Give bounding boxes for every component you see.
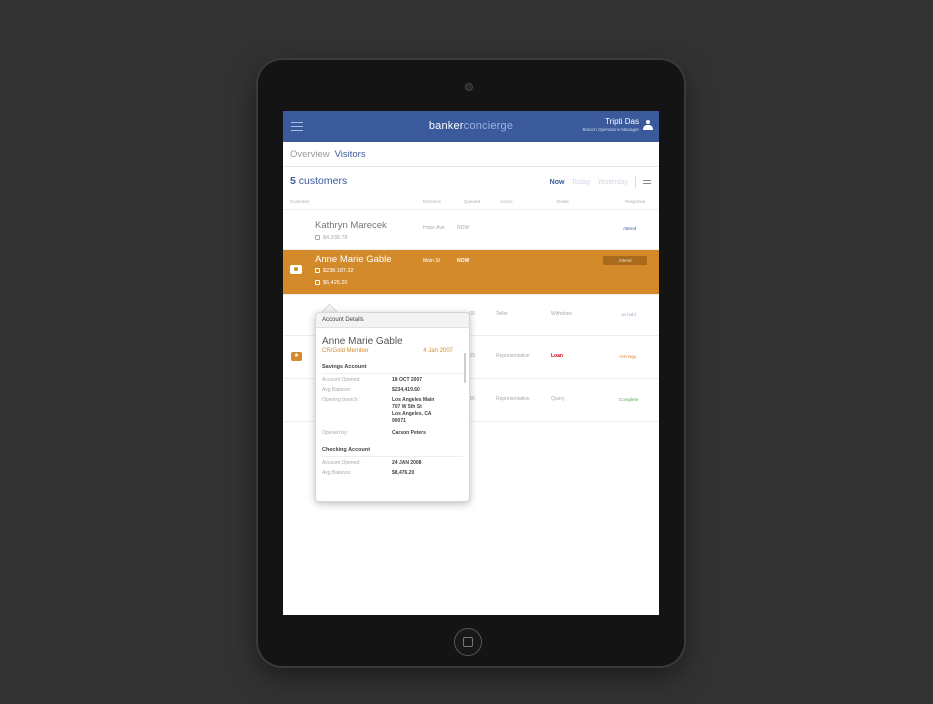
user-info[interactable]: Tripti Das Branch Operations Manager: [582, 117, 639, 132]
col-queued: Queued: [464, 199, 481, 204]
user-avatar-icon[interactable]: [643, 120, 653, 131]
entrance: Hope Ave.: [423, 225, 446, 231]
attend-link[interactable]: Attend: [623, 226, 636, 231]
tab-visitors[interactable]: Visitors: [335, 149, 366, 160]
assigned-rep[interactable]: Anh Ngy: [619, 354, 636, 359]
savings-balance: Avg Balance: $234,419.60: [322, 387, 463, 394]
customer-count: 5 customers: [290, 175, 347, 187]
col-customer: Customer: [290, 199, 310, 204]
filter-divider: [635, 176, 636, 188]
account-icon: [315, 268, 320, 273]
customer-name: Anne Marie Gable: [315, 254, 392, 265]
top-bar: bankerconcierge Tripti Das Branch Operat…: [283, 111, 659, 142]
detail: Loan: [551, 353, 563, 359]
account-details-popover[interactable]: Account Details Anne Marie Gable CR/Gold…: [315, 312, 470, 502]
label: Opening branch:: [322, 397, 359, 403]
member-level: CR/Gold Member 4 Jan 2007: [322, 348, 463, 354]
app-screen: bankerconcierge Tripti Das Branch Operat…: [283, 111, 659, 615]
savings-section-title: Savings Account: [322, 364, 463, 374]
summary-row: 5 customers Now Today Yesterday: [283, 167, 659, 195]
account-icon: [315, 235, 320, 240]
detail: Query: [551, 396, 565, 402]
col-response: Response: [625, 199, 646, 204]
queued: NOW: [457, 258, 470, 264]
label: Avg Balance:: [322, 387, 352, 393]
filter-settings-icon[interactable]: [643, 178, 651, 186]
filter-yesterday[interactable]: Yesterday: [597, 179, 628, 186]
response-status[interactable]: Complete: [619, 397, 638, 402]
customer-balance: $6,426.20: [323, 280, 348, 286]
filter-now[interactable]: Now: [550, 179, 565, 186]
value: $234,419.60: [392, 387, 420, 393]
customer-count-label: customers: [298, 175, 348, 187]
user-role: Branch Operations Manager: [582, 127, 639, 132]
customer-balance: $238,187.32: [323, 268, 354, 274]
checking-balance: Avg Balance: $8,476.20: [322, 470, 463, 477]
filter-today[interactable]: Today: [571, 179, 590, 186]
table-header: Customer Entrance Queued Action Detail R…: [283, 195, 659, 210]
customer-balance: $4,238.78: [323, 235, 348, 241]
attend-button[interactable]: Attend: [603, 256, 647, 265]
value: 24 JAN 2008: [392, 460, 422, 466]
checking-opened: Account Opened: 24 JAN 2008: [322, 460, 463, 467]
logo-bold-text: banker: [428, 120, 464, 132]
customer-name: Kathryn Marecek: [315, 220, 387, 231]
checking-section-title: Checking Account: [322, 447, 463, 457]
action: Representative: [496, 353, 530, 359]
value: Carson Peters: [392, 430, 426, 436]
chat-badge-icon[interactable]: [290, 265, 302, 274]
member-level-text: CR/Gold Member: [322, 348, 369, 354]
time-filters: Now Today Yesterday: [550, 176, 651, 188]
savings-branch: Opening branch: Los Angeles Main 707 W 5…: [322, 397, 463, 425]
response-status[interactable]: on hold: [621, 312, 636, 317]
col-detail: Detail: [557, 199, 569, 204]
tab-overview[interactable]: Overview: [290, 149, 330, 160]
action: Representative: [496, 396, 530, 402]
table-row[interactable]: Kathryn Marecek $4,238.78 Hope Ave. NOW …: [283, 210, 659, 250]
popover-title: Account Details: [316, 313, 469, 328]
detail: Withdraw: [551, 311, 572, 317]
label: Opened by:: [322, 430, 348, 436]
camera: [465, 83, 473, 91]
entrance: Main St: [423, 258, 440, 264]
savings-opened: Account Opened: 18 OCT 2007: [322, 377, 463, 384]
label: Account Opened:: [322, 460, 361, 466]
label: Avg Balance:: [322, 470, 352, 476]
col-action: Action: [500, 199, 513, 204]
view-tabs: Overview Visitors: [283, 142, 659, 167]
action: Teller: [496, 311, 508, 317]
account-icon: [315, 280, 320, 285]
col-entrance: Entrance: [423, 199, 442, 204]
tablet-device: bankerconcierge Tripti Das Branch Operat…: [258, 60, 684, 666]
home-button[interactable]: [454, 628, 482, 656]
value: Los Angeles Main 707 W 5th St Los Angele…: [392, 397, 435, 424]
customer-count-number: 5: [290, 175, 296, 187]
queued: NOW: [457, 225, 470, 231]
star-icon[interactable]: ★: [291, 352, 302, 361]
label: Account Opened:: [322, 377, 361, 383]
value: 18 OCT 2007: [392, 377, 423, 383]
savings-opened-by: Opened by: Carson Peters: [322, 430, 463, 437]
user-name: Tripti Das: [605, 117, 639, 126]
member-since: 4 Jan 2007: [423, 348, 453, 354]
table-row-selected[interactable]: Anne Marie Gable $238,187.32 $6,426.20 M…: [283, 250, 659, 295]
logo-light-text: concierge: [463, 120, 514, 132]
popover-customer-name: Anne Marie Gable: [322, 336, 403, 347]
value: $8,476.20: [392, 470, 415, 476]
